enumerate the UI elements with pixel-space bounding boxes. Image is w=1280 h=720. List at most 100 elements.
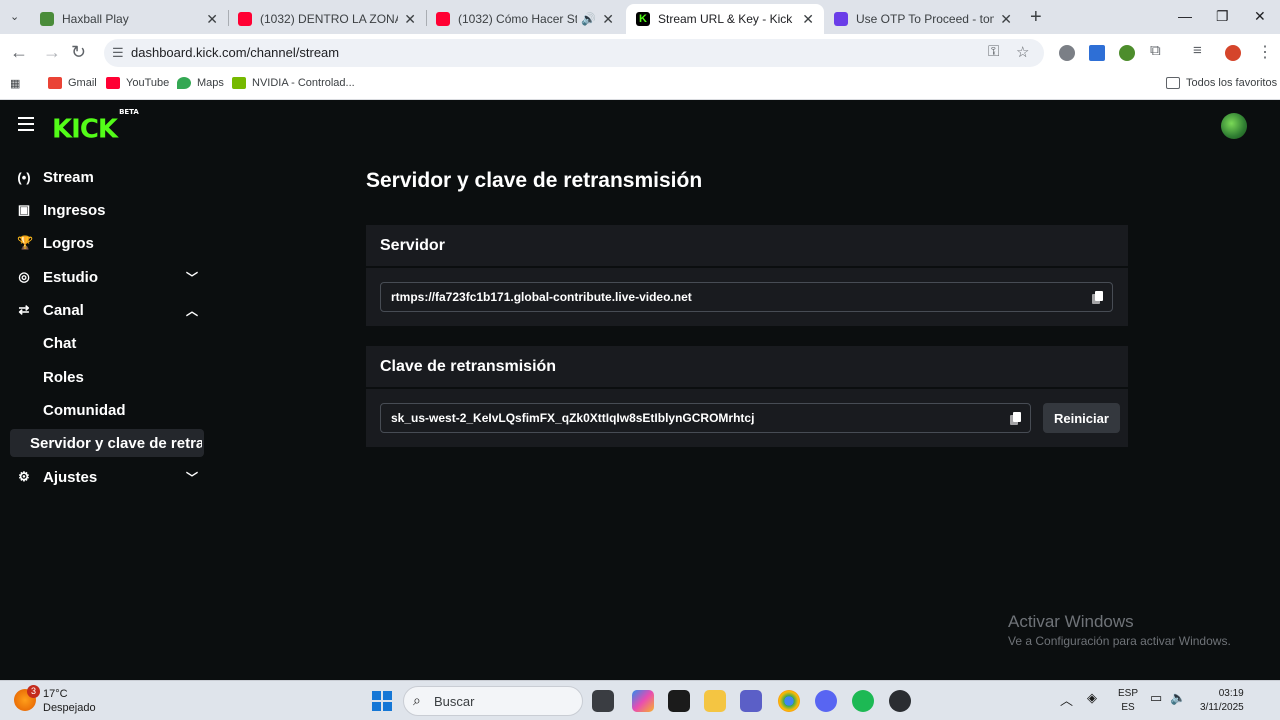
chevron-down-icon: ﹀ [185, 270, 198, 285]
kick-dashboard: KICKBETA (•) Stream ▣ Ingresos 🏆 Logros … [0, 101, 1280, 680]
forward-icon[interactable]: → [43, 42, 61, 63]
weather-temperature[interactable]: 17°C [43, 688, 68, 700]
server-card: Servidor rtmps://fa723fc1b171.global-con… [366, 225, 1128, 326]
server-card-title: Servidor [380, 237, 445, 254]
maps-pin-icon [177, 77, 191, 89]
extension-icon[interactable] [1089, 45, 1105, 61]
close-tab-icon[interactable]: ✕ [602, 11, 614, 28]
tab-title: Use OTP To Proceed - tomipag [856, 12, 994, 26]
sidebar-item-roles[interactable]: Roles [10, 363, 204, 391]
sidebar-item-ingresos[interactable]: ▣ Ingresos [10, 196, 204, 224]
server-url-field[interactable]: rtmps://fa723fc1b171.global-contribute.l… [380, 282, 1113, 312]
weather-description[interactable]: Despejado [43, 702, 96, 714]
bookmark-maps[interactable]: Maps [177, 77, 224, 89]
sidebar-item-estudio[interactable]: ◎ Estudio ﹀ [10, 263, 204, 291]
windows-start-icon[interactable] [372, 691, 392, 711]
bookmark-label: NVIDIA - Controlad... [252, 77, 355, 89]
reset-key-button[interactable]: Reiniciar [1043, 403, 1120, 433]
gmail-icon [48, 77, 62, 89]
profile-icon[interactable] [1225, 45, 1241, 61]
sidebar-item-canal[interactable]: ⇄ Canal ︿ [10, 296, 204, 324]
restore-icon[interactable]: ❐ [1216, 8, 1229, 25]
stream-key-field[interactable]: sk_us-west-2_KeIvLQsfimFX_qZk0XttIqIw8sE… [380, 403, 1031, 433]
all-bookmarks-label: Todos los favoritos [1186, 77, 1278, 89]
nvidia-icon [232, 77, 246, 89]
revenue-chart-icon: ▣ [17, 202, 31, 217]
sidebar-item-stream[interactable]: (•) Stream [10, 163, 204, 191]
file-explorer-icon[interactable] [704, 690, 726, 712]
sidebar-item-label: Ajustes [43, 468, 98, 486]
bookmark-star-icon[interactable]: ☆ [1016, 43, 1029, 61]
tab-youtube-1[interactable]: (1032) DENTRO LA ZONA MÁS ✕ [228, 4, 426, 34]
extensions-puzzle-icon[interactable]: ⧉ [1150, 42, 1161, 59]
sidebar-item-chat[interactable]: Chat [10, 329, 204, 357]
sidebar-item-label: Stream [43, 168, 94, 186]
capcut-icon[interactable] [668, 690, 690, 712]
close-tab-icon[interactable]: ✕ [404, 11, 416, 28]
close-tab-icon[interactable]: ✕ [802, 11, 814, 28]
address-bar[interactable]: ☰ dashboard.kick.com/channel/stream ⚿ ☆ [104, 39, 1044, 67]
sidebar-item-label: Logros [43, 234, 94, 252]
close-tab-icon[interactable]: ✕ [206, 11, 218, 28]
media-control-icon[interactable]: ≡ [1193, 42, 1202, 59]
discord-icon[interactable] [815, 690, 837, 712]
sidebar-item-logros[interactable]: 🏆 Logros [10, 229, 204, 257]
site-info-icon[interactable]: ☰ [112, 45, 124, 61]
youtube-favicon-icon [436, 12, 450, 26]
address-url[interactable]: dashboard.kick.com/channel/stream [131, 45, 339, 60]
volume-icon[interactable]: 🔈 [1170, 690, 1186, 706]
teams-icon[interactable] [740, 690, 762, 712]
sidebar-item-label: Estudio [43, 268, 98, 286]
sidebar-item-ajustes[interactable]: ⚙ Ajustes ﹀ [10, 463, 204, 491]
steam-icon[interactable] [889, 690, 911, 712]
hamburger-menu-icon[interactable] [18, 117, 34, 131]
clock-time: 03:19 [1218, 688, 1244, 699]
taskbar-search[interactable]: ⌕ Buscar [403, 686, 583, 716]
tab-youtube-2[interactable]: (1032) Cómo Hacer Stream 🔊 ✕ [426, 4, 624, 34]
copilot-icon[interactable] [632, 690, 654, 712]
language-indicator[interactable]: ESP ES [1118, 687, 1138, 715]
server-url-value[interactable]: rtmps://fa723fc1b171.global-contribute.l… [391, 290, 692, 304]
sidebar-item-label: Ingresos [43, 201, 106, 219]
password-key-icon[interactable]: ⚿ [988, 43, 999, 60]
bookmark-gmail[interactable]: Gmail [48, 77, 97, 89]
tab-otp[interactable]: Use OTP To Proceed - tomipag ✕ [824, 4, 1022, 34]
extension-icon[interactable] [1119, 45, 1135, 61]
menu-kebab-icon[interactable]: ⋮ [1257, 42, 1273, 62]
taskbar: 3 17°C Despejado ⌕ Buscar ︿ ◈ ESP ES ▭ 🔈… [0, 680, 1280, 720]
network-icon[interactable]: ▭ [1150, 690, 1162, 706]
system-clock[interactable]: 03:19 3/11/2025 [1200, 687, 1244, 715]
copy-icon[interactable] [1092, 290, 1104, 304]
new-tab-button[interactable]: + [1030, 6, 1042, 29]
sidebar-item-comunidad[interactable]: Comunidad [10, 396, 204, 424]
tab-kick-dashboard[interactable]: K Stream URL & Key - Kick Dashb ✕ [626, 4, 824, 34]
back-icon[interactable]: ← [10, 42, 28, 63]
tab-haxball[interactable]: Haxball Play ✕ [30, 4, 228, 34]
user-avatar[interactable] [1221, 113, 1247, 139]
show-hidden-icons-icon[interactable]: ︿ [1060, 690, 1073, 709]
tab-search-icon[interactable]: ⌄ [10, 10, 19, 23]
close-tab-icon[interactable]: ✕ [1000, 11, 1012, 28]
spotify-icon[interactable] [852, 690, 874, 712]
sidebar-item-servidor[interactable]: Servidor y clave de retransmisión [10, 429, 204, 457]
bookmark-nvidia[interactable]: NVIDIA - Controlad... [232, 77, 355, 89]
reload-icon[interactable]: ↻ [71, 42, 86, 63]
kick-logo[interactable]: KICKBETA [52, 108, 139, 144]
copy-icon[interactable] [1010, 411, 1022, 425]
card-divider [366, 387, 1128, 389]
speaker-icon[interactable]: 🔊 [581, 12, 596, 26]
extension-icon[interactable] [1059, 45, 1075, 61]
minimize-icon[interactable]: — [1178, 8, 1192, 24]
task-view-icon[interactable] [592, 690, 614, 712]
close-window-icon[interactable]: ✕ [1254, 8, 1266, 25]
bookmark-youtube[interactable]: YouTube [106, 77, 169, 89]
bookmark-label: YouTube [126, 77, 170, 89]
youtube-icon [106, 77, 120, 89]
all-bookmarks[interactable]: Todos los favoritos [1166, 77, 1277, 89]
chrome-icon[interactable] [778, 690, 800, 712]
tray-app-icon[interactable]: ◈ [1087, 690, 1097, 706]
stream-key-value[interactable]: sk_us-west-2_KeIvLQsfimFX_qZk0XttIqIw8sE… [391, 411, 754, 425]
sidebar-item-label: Chat [43, 334, 77, 352]
apps-grid-icon[interactable]: ▦ [10, 77, 20, 90]
stream-key-card-title: Clave de retransmisión [380, 358, 557, 375]
